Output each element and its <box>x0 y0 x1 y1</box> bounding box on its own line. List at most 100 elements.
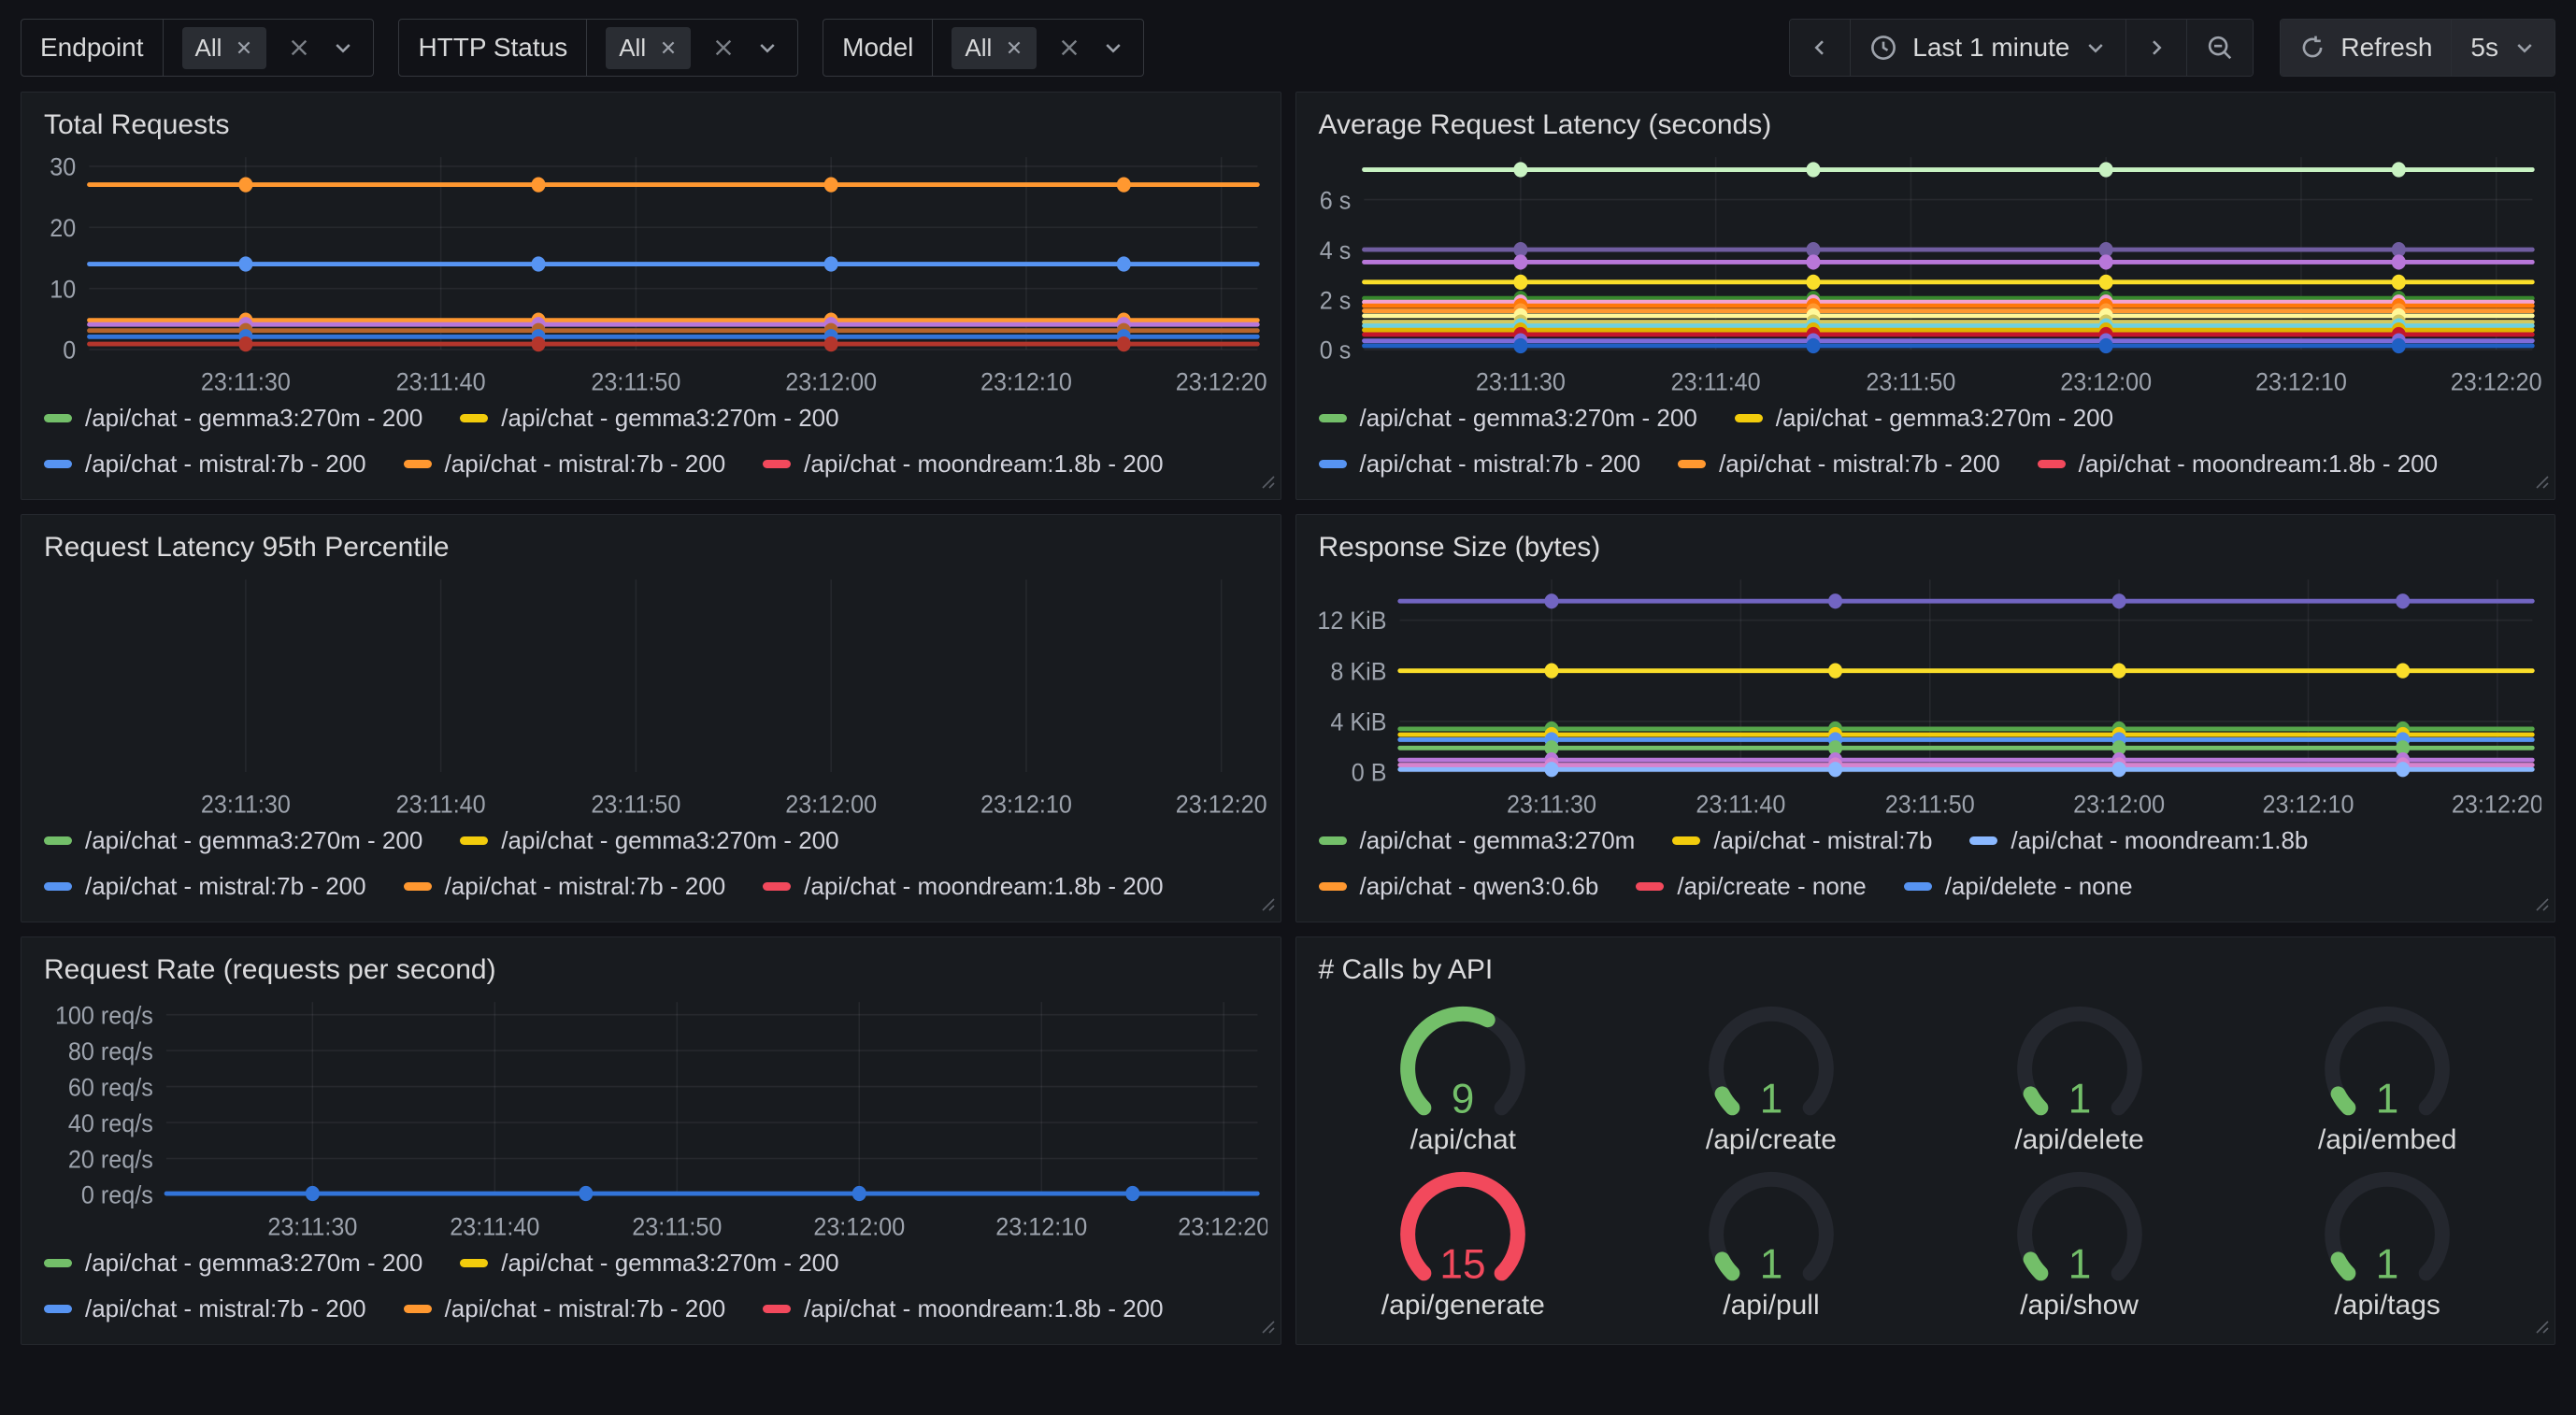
legend-item[interactable]: /api/chat - gemma3:270m - 200 <box>44 404 422 433</box>
filter-label: Model <box>823 20 933 76</box>
filter-clear-icon[interactable] <box>1057 36 1081 60</box>
legend-item[interactable]: /api/chat - moondream:1.8b - 200 <box>763 450 1163 479</box>
legend-item[interactable]: /api/chat - mistral:7b - 200 <box>404 872 726 901</box>
resize-handle[interactable] <box>2531 471 2550 494</box>
legend-item[interactable]: /api/chat - gemma3:270m - 200 <box>1319 404 1697 433</box>
svg-text:2 s: 2 s <box>1319 285 1351 314</box>
filter-chip[interactable]: All <box>606 27 691 69</box>
legend-item[interactable]: /api/chat - gemma3:270m - 200 <box>44 1249 422 1278</box>
panel-title[interactable]: Total Requests <box>44 109 1267 141</box>
svg-text:20: 20 <box>50 213 76 242</box>
legend-item[interactable]: /api/chat - gemma3:270m - 200 <box>44 826 422 855</box>
legend-item[interactable]: /api/chat - mistral:7b - 200 <box>1678 450 2000 479</box>
chart-request-latency-95th-percentile[interactable]: 23:11:3023:11:4023:11:5023:12:0023:12:10… <box>35 565 1267 821</box>
legend-swatch <box>1319 460 1347 468</box>
legend: /api/chat - gemma3:270m - 200/api/chat -… <box>1309 398 2542 490</box>
refresh-interval-picker[interactable]: 5s <box>2452 20 2555 76</box>
chip-remove-icon[interactable] <box>1005 38 1023 57</box>
legend-item[interactable]: /api/chat - mistral:7b - 200 <box>404 1294 726 1323</box>
chevron-down-icon[interactable] <box>756 36 779 59</box>
resize-handle[interactable] <box>1257 1316 1276 1339</box>
filter-chip[interactable]: All <box>952 27 1037 69</box>
svg-text:23:11:30: 23:11:30 <box>1475 366 1565 395</box>
filter-http-status[interactable]: HTTP Status All <box>398 19 798 77</box>
filter-value-http-status[interactable]: All <box>587 20 797 76</box>
legend-item[interactable]: /api/delete - none <box>1904 872 2133 901</box>
legend: /api/chat - gemma3:270m - 200/api/chat -… <box>35 398 1267 490</box>
svg-text:1: 1 <box>1760 1241 1783 1287</box>
panel-title[interactable]: Response Size (bytes) <box>1319 532 2542 564</box>
gauge-/api/show: 1/api/show <box>1999 1170 2160 1322</box>
legend-label: /api/chat - mistral:7b <box>1713 826 1932 855</box>
resize-handle[interactable] <box>2531 893 2550 917</box>
panel-title[interactable]: Request Rate (requests per second) <box>44 954 1267 986</box>
filter-clear-icon[interactable] <box>287 36 311 60</box>
chart-response-size[interactable]: 0 B4 KiB8 KiB12 KiB23:11:3023:11:4023:11… <box>1309 565 2542 821</box>
chip-remove-icon[interactable] <box>659 38 678 57</box>
legend-swatch <box>404 460 432 468</box>
legend-item[interactable]: /api/chat - moondream:1.8b <box>1969 826 2308 855</box>
chart-request-rate[interactable]: 0 req/s20 req/s40 req/s60 req/s80 req/s1… <box>35 988 1267 1243</box>
refresh-button[interactable]: Refresh <box>2281 20 2452 76</box>
legend-item[interactable]: /api/chat - mistral:7b - 200 <box>44 450 366 479</box>
chevron-down-icon[interactable] <box>332 36 354 59</box>
svg-text:23:12:10: 23:12:10 <box>995 1211 1087 1240</box>
legend-item[interactable]: /api/chat - qwen3:0.6b <box>1319 872 1599 901</box>
legend-label: /api/chat - gemma3:270m - 200 <box>1360 404 1697 433</box>
svg-text:30: 30 <box>50 152 76 181</box>
time-range-picker[interactable]: Last 1 minute <box>1851 20 2126 76</box>
filter-value-endpoint[interactable]: All <box>164 20 374 76</box>
svg-text:1: 1 <box>2068 1241 2091 1287</box>
chevron-down-icon[interactable] <box>1102 36 1124 59</box>
legend-item[interactable]: /api/chat - gemma3:270m - 200 <box>460 404 838 433</box>
gauge-/api/create: 1/api/create <box>1691 1005 1852 1156</box>
chart-total-requests[interactable]: 010203023:11:3023:11:4023:11:5023:12:002… <box>35 143 1267 398</box>
legend-item[interactable]: /api/create - none <box>1636 872 1866 901</box>
filter-endpoint[interactable]: Endpoint All <box>21 19 374 77</box>
legend-item[interactable]: /api/chat - mistral:7b - 200 <box>44 1294 366 1323</box>
resize-handle[interactable] <box>1257 471 1276 494</box>
legend-label: /api/chat - qwen3:0.6b <box>1360 872 1599 901</box>
legend-swatch <box>1319 414 1347 422</box>
panel-title[interactable]: Average Request Latency (seconds) <box>1319 109 2542 141</box>
svg-text:15: 15 <box>1440 1241 1486 1287</box>
svg-text:4 KiB: 4 KiB <box>1330 708 1386 736</box>
gauge-label: /api/embed <box>2318 1124 2456 1156</box>
time-shift-forward-button[interactable] <box>2126 20 2187 76</box>
filter-model[interactable]: Model All <box>823 19 1144 77</box>
panel-request-rate: Request Rate (requests per second) 0 req… <box>21 936 1281 1345</box>
legend-item[interactable]: /api/chat - mistral:7b - 200 <box>1319 450 1641 479</box>
legend-item[interactable]: /api/chat - gemma3:270m <box>1319 826 1636 855</box>
svg-text:6 s: 6 s <box>1319 185 1351 214</box>
legend-item[interactable]: /api/chat - gemma3:270m - 200 <box>1735 404 2113 433</box>
filter-clear-icon[interactable] <box>711 36 736 60</box>
panel-title[interactable]: Request Latency 95th Percentile <box>44 532 1267 564</box>
legend-label: /api/chat - moondream:1.8b - 200 <box>804 450 1163 479</box>
filter-value-model[interactable]: All <box>933 20 1143 76</box>
resize-handle[interactable] <box>2531 1316 2550 1339</box>
chip-remove-icon[interactable] <box>235 38 253 57</box>
svg-text:23:12:00: 23:12:00 <box>813 1211 905 1240</box>
legend-item[interactable]: /api/chat - moondream:1.8b - 200 <box>2038 450 2438 479</box>
legend-swatch <box>1319 836 1347 845</box>
chart-average-request-latency[interactable]: 0 s2 s4 s6 s23:11:3023:11:4023:11:5023:1… <box>1309 143 2542 398</box>
legend-item[interactable]: /api/chat - gemma3:270m - 200 <box>460 826 838 855</box>
panel-title[interactable]: # Calls by API <box>1319 954 2542 986</box>
zoom-out-button[interactable] <box>2187 20 2253 76</box>
legend-item[interactable]: /api/chat - mistral:7b - 200 <box>44 872 366 901</box>
legend-item[interactable]: /api/chat - mistral:7b <box>1672 826 1932 855</box>
legend-item[interactable]: /api/chat - gemma3:270m - 200 <box>460 1249 838 1278</box>
legend-item[interactable]: /api/chat - moondream:1.8b - 200 <box>763 1294 1163 1323</box>
refresh-icon <box>2299 35 2326 61</box>
resize-handle[interactable] <box>1257 893 1276 917</box>
gauge-grid: 9/api/chat1/api/create1/api/delete1/api/… <box>1309 988 2542 1335</box>
svg-text:23:11:30: 23:11:30 <box>267 1211 357 1240</box>
filter-chip[interactable]: All <box>182 27 267 69</box>
time-shift-back-button[interactable] <box>1790 20 1851 76</box>
legend-label: /api/chat - moondream:1.8b - 200 <box>2079 450 2438 479</box>
filter-label: Endpoint <box>21 20 164 76</box>
legend-item[interactable]: /api/chat - moondream:1.8b - 200 <box>763 872 1163 901</box>
svg-text:23:12:00: 23:12:00 <box>785 366 877 395</box>
legend-item[interactable]: /api/chat - mistral:7b - 200 <box>404 450 726 479</box>
svg-text:23:11:50: 23:11:50 <box>1884 789 1974 818</box>
